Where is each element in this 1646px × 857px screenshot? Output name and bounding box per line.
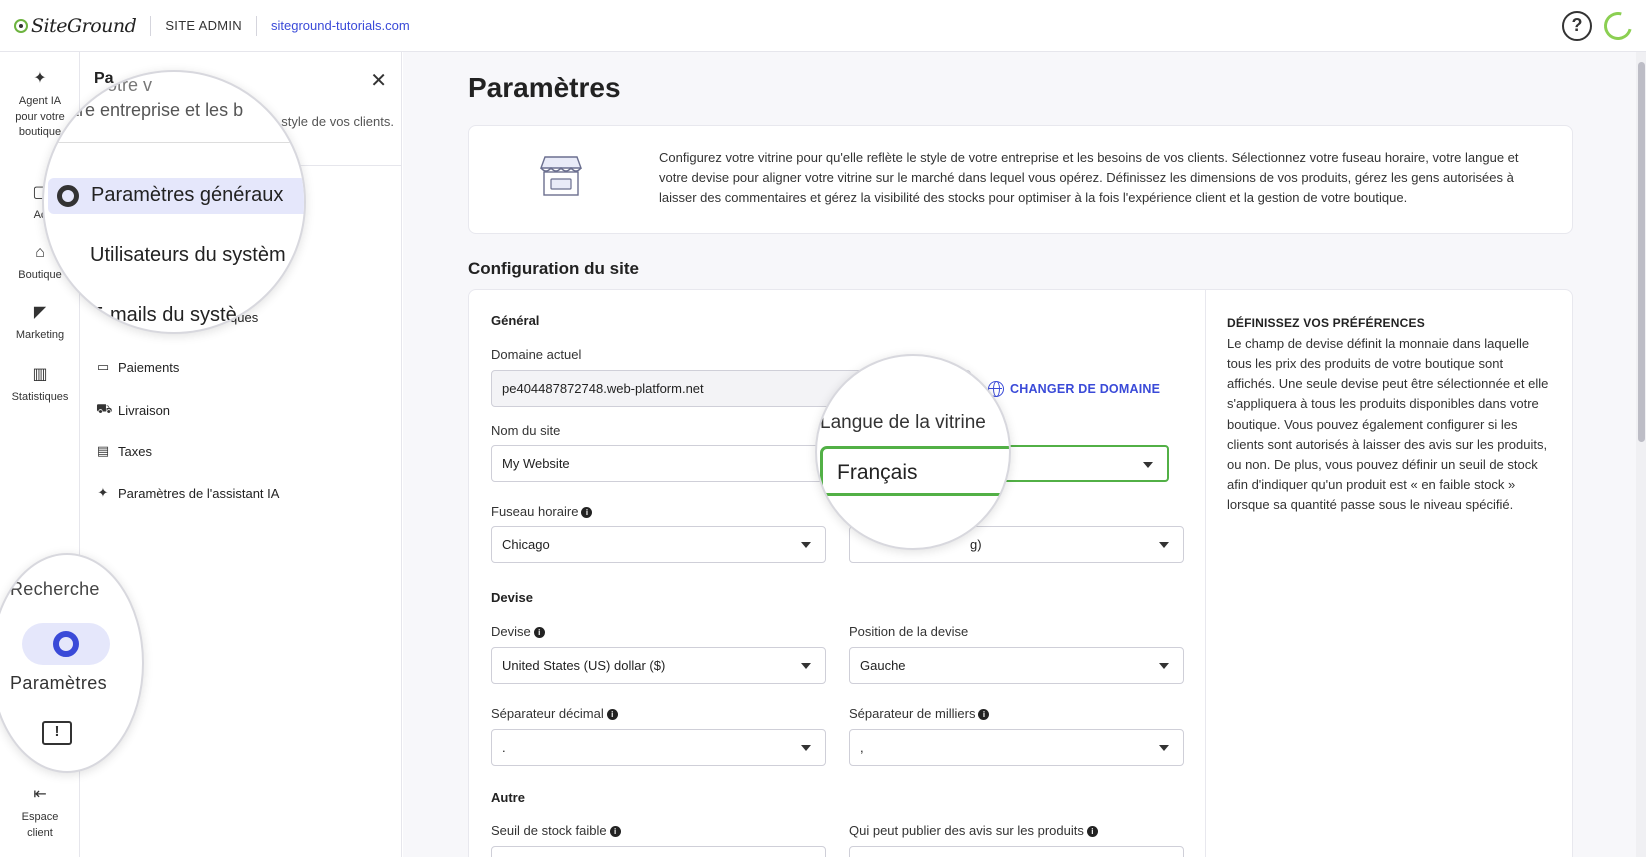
rail-item-settings-active[interactable] (22, 623, 110, 665)
group-general-title: Général (491, 313, 540, 328)
currency-position-label: Position de la devise (849, 624, 969, 639)
low-stock-input[interactable] (491, 846, 826, 857)
preferences-text: Le champ de devise définit la monnaie da… (1227, 336, 1549, 513)
storefront-language-value[interactable]: Français (820, 446, 1009, 496)
siteground-logo-icon (14, 18, 28, 33)
change-domain-button[interactable]: CHANGER DE DOMAINE (988, 381, 1160, 397)
rail-item-search[interactable]: Recherche (10, 579, 100, 600)
divider (150, 15, 152, 36)
sparkle-icon: ✦ (33, 70, 47, 87)
currency-position-select[interactable]: Gauche (849, 647, 1184, 684)
zoomed-description: tre entreprise et les b (74, 100, 244, 120)
reviews-select[interactable] (849, 846, 1184, 857)
currency-select[interactable]: United States (US) dollar ($) (491, 647, 826, 684)
info-icon[interactable]: i (581, 507, 593, 518)
site-domain-link[interactable]: siteground-tutorials.com (271, 18, 410, 33)
site-name-label: Nom du site (491, 423, 561, 438)
gear-icon (53, 631, 79, 657)
rail-label: Statistiques (11, 391, 69, 404)
page-title: Paramètres (468, 72, 621, 103)
submenu-item-taxes[interactable]: ▤ Taxes (96, 443, 152, 459)
group-other-title: Autre (491, 790, 525, 805)
rail-label: Boutique (18, 269, 62, 282)
exit-icon: ⇤ (33, 786, 47, 803)
magnifier-language: Langue de la vitrine Français és i (815, 354, 1011, 550)
submenu-item-system-emails[interactable]: E-mails du systè (90, 304, 237, 327)
submenu-item-shipping[interactable]: ⛟ Livraison (96, 401, 170, 419)
section-title: Configuration du site (468, 259, 639, 278)
group-currency-title: Devise (491, 590, 533, 605)
main-content: Paramètres Configurez votre vitrine pour… (403, 52, 1646, 857)
siteground-logo[interactable]: SiteGround (14, 14, 137, 37)
timezone-select[interactable]: Chicago (491, 526, 826, 563)
loading-spinner-icon (1598, 6, 1638, 45)
rail-settings-label: Paramètres (10, 673, 108, 693)
magnifier-submenu: ez votre v tre entreprise et les b Param… (42, 70, 306, 334)
intro-text: Configurez votre vitrine pour qu'elle re… (659, 150, 1519, 206)
megaphone-icon: ◤ (33, 304, 47, 321)
tax-icon: ▤ (96, 443, 110, 458)
submenu-item-general-settings[interactable]: Paramètres généraux (57, 184, 283, 207)
scrollbar-thumb[interactable] (1638, 62, 1645, 442)
truck-icon: ⛟ (96, 401, 113, 416)
divider (44, 142, 304, 143)
decimal-separator-label: Séparateur décimal i (491, 706, 618, 721)
info-icon[interactable]: i (533, 627, 545, 638)
rail-item-client-area[interactable]: ⇤ Espace client (0, 784, 80, 841)
rail-item-stats[interactable]: ▥ Statistiques (0, 364, 80, 406)
info-icon[interactable]: i (609, 826, 621, 837)
sparkle-icon: ✦ (97, 485, 109, 500)
submenu-item-system-users[interactable]: Utilisateurs du systèm (90, 244, 286, 267)
decimal-separator-select[interactable]: . (491, 729, 826, 766)
rail-label: Espace client (21, 811, 59, 839)
current-domain-label: Domaine actuel (491, 347, 582, 362)
topbar-actions: ? (1562, 6, 1638, 45)
site-name-input[interactable]: My Website (491, 445, 826, 482)
info-icon[interactable]: i (606, 709, 618, 720)
site-admin-label: SITE ADMIN (165, 18, 242, 33)
logo-text: SiteGround (31, 14, 137, 37)
timezone-label: Fuseau horaire i (491, 504, 593, 519)
storefront-language-label: Langue de la vitrine (820, 412, 986, 433)
top-bar: SiteGround SITE ADMIN siteground-tutoria… (0, 0, 1646, 52)
info-icon[interactable]: i (1086, 826, 1098, 837)
currency-label: Devise i (491, 624, 545, 639)
zoomed-title: ez votre v (74, 75, 153, 95)
feedback-icon[interactable]: ! (42, 721, 72, 745)
submenu-item-ai-assistant-settings[interactable]: ✦ Paramètres de l'assistant IA (96, 485, 280, 501)
main-scrollbar[interactable] (1636, 52, 1646, 857)
info-icon[interactable]: i (978, 709, 990, 720)
rail-item-marketing[interactable]: ◤ Marketing (0, 302, 80, 344)
submenu-item-payments[interactable]: ▭ Paiements (96, 359, 180, 375)
reviews-label: Qui peut publier des avis sur les produi… (849, 823, 1098, 838)
thousands-separator-label: Séparateur de milliers i (849, 706, 990, 721)
gear-icon (57, 184, 79, 207)
site-config-card: Général Domaine actuel pe404487872748.we… (468, 289, 1573, 857)
help-icon[interactable]: ? (1562, 10, 1592, 41)
rail-label: Marketing (15, 329, 65, 342)
divider (1205, 290, 1206, 857)
storefront-icon (540, 156, 582, 196)
intro-card: Configurez votre vitrine pour qu'elle re… (468, 125, 1573, 234)
chart-icon: ▥ (32, 366, 48, 383)
thousands-separator-select[interactable]: , (849, 729, 1184, 766)
card-icon: ▭ (96, 359, 110, 374)
close-icon[interactable]: ✕ (370, 68, 387, 93)
divider (256, 15, 257, 36)
preferences-title: DÉFINISSEZ VOS PRÉFÉRENCES (1227, 316, 1425, 330)
low-stock-label: Seuil de stock faible i (491, 823, 621, 838)
